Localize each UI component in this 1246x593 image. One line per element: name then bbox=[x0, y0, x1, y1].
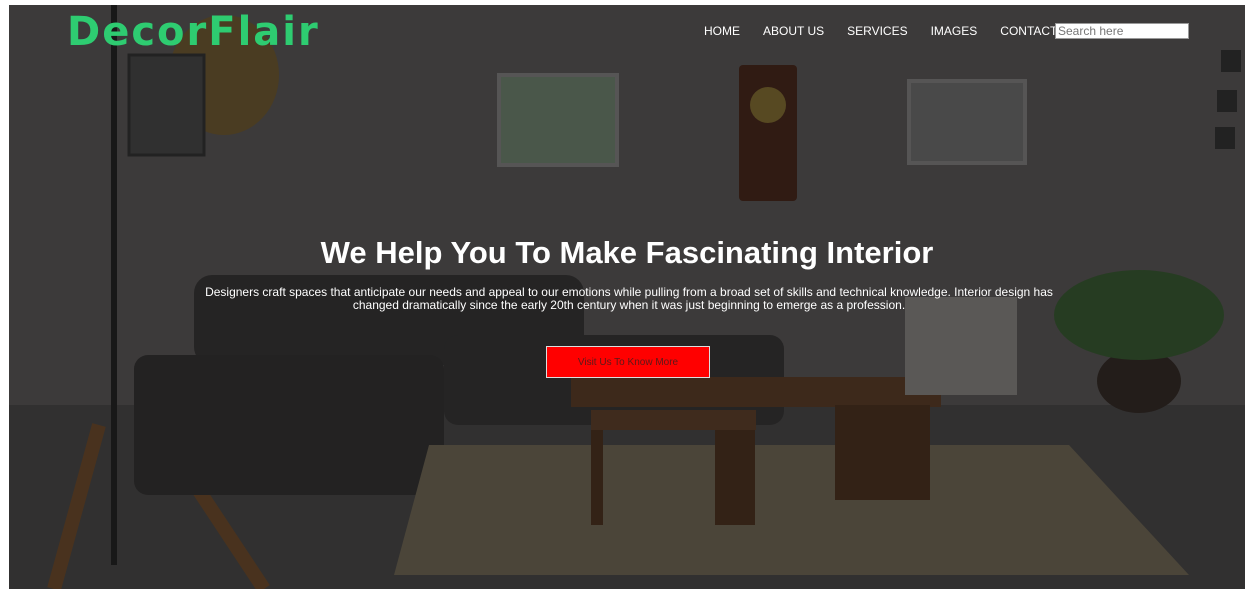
hero-section: DecorFlair HOME ABOUT US SERVICES IMAGES… bbox=[9, 5, 1245, 589]
brand-logo[interactable]: DecorFlair bbox=[67, 9, 320, 55]
nav-about-us[interactable]: ABOUT US bbox=[763, 24, 824, 38]
nav-home[interactable]: HOME bbox=[704, 24, 740, 38]
visit-us-button[interactable]: Visit Us To Know More bbox=[546, 346, 710, 378]
main-nav: HOME ABOUT US SERVICES IMAGES CONTACT US bbox=[704, 24, 1100, 38]
nav-images[interactable]: IMAGES bbox=[931, 24, 978, 38]
nav-services[interactable]: SERVICES bbox=[847, 24, 907, 38]
search-input[interactable] bbox=[1055, 23, 1189, 39]
hero-description: Designers craft spaces that anticipate o… bbox=[205, 285, 1053, 312]
hero-headline: We Help You To Make Fascinating Interior bbox=[320, 235, 934, 270]
